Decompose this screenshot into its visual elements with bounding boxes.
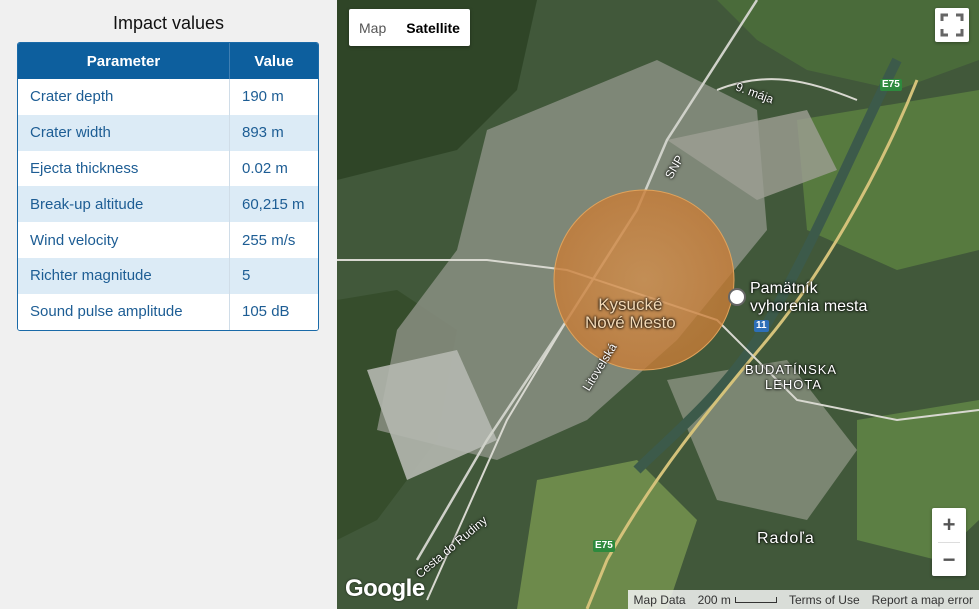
table-row: Crater width 893 m (18, 114, 318, 151)
zoom-control: + − (932, 508, 966, 576)
map-data-link[interactable]: Map Data (628, 590, 692, 609)
value-cell: 105 dB (242, 303, 290, 321)
parameter-cell: Crater width (18, 114, 230, 151)
table-row: Wind velocity 255 m/s (18, 222, 318, 258)
zoom-in-button[interactable]: + (932, 508, 966, 542)
value-cell: 255 m/s (242, 231, 296, 249)
fullscreen-button[interactable] (935, 8, 969, 42)
parameter-cell: Crater depth (18, 79, 230, 115)
map-view[interactable]: Kysucké Nové Mesto Pamätník vyhorenia me… (337, 0, 979, 609)
table-row: Sound pulse amplitude 105 dB (18, 293, 318, 330)
zoom-out-button[interactable]: − (932, 543, 966, 577)
fullscreen-icon (940, 13, 964, 37)
monument-label-1: Pamätník (750, 280, 818, 297)
impact-table: Parameter Value Crater depth 190 m Crater … (17, 42, 319, 331)
e75-shield-top: E75 (880, 79, 902, 91)
google-logo[interactable]: Google (345, 575, 425, 603)
scale-label: 200 m (697, 592, 731, 607)
parameter-cell: Sound pulse amplitude (18, 293, 230, 330)
report-link[interactable]: Report a map error (866, 590, 979, 609)
parameter-cell: Richter magnitude (18, 257, 230, 294)
map-button[interactable]: Map (349, 9, 396, 46)
impact-panel: Impact values Parameter Value Crater dep… (0, 0, 337, 609)
map-type-control: Map Satellite (349, 9, 470, 46)
header-value: Value (254, 52, 294, 70)
parameter-cell: Break-up altitude (18, 186, 230, 223)
value-cell: 190 m (242, 88, 284, 106)
table-row: Richter magnitude 5 (18, 257, 318, 294)
terms-link[interactable]: Terms of Use (783, 590, 866, 609)
value-cell: 5 (242, 267, 251, 285)
parameter-cell: Ejecta thickness (18, 150, 230, 187)
budatin-label-2: LEHOTA (765, 377, 823, 392)
table-row: Ejecta thickness 0.02 m (18, 150, 318, 187)
attribution-bar: Map Data 200 m Terms of Use Report a map… (627, 590, 979, 609)
crater-circle (553, 189, 735, 371)
budatin-label-1: BUDATÍNSKA (745, 362, 838, 377)
monument-label-2: vyhorenia mesta (750, 298, 868, 315)
route-11-shield: 11 (754, 320, 769, 332)
value-cell: 893 m (242, 124, 284, 142)
value-cell: 0.02 m (242, 159, 288, 177)
scale-bar (734, 596, 777, 603)
radola-label: Radoľa (757, 530, 815, 547)
value-cell: 60,215 m (242, 195, 305, 213)
monument-icon[interactable] (728, 288, 746, 306)
scale-indicator[interactable]: 200 m (692, 590, 783, 609)
table-header: Parameter Value (18, 43, 318, 79)
town-label: Kysucké Nové Mesto (585, 295, 676, 332)
parameter-cell: Wind velocity (18, 222, 230, 258)
table-row: Crater depth 190 m (18, 79, 318, 115)
e75-shield-bottom: E75 (593, 540, 615, 552)
satellite-button[interactable]: Satellite (396, 9, 470, 46)
table-row: Break-up altitude 60,215 m (18, 186, 318, 223)
header-parameter: Parameter (18, 43, 230, 79)
panel-title: Impact values (112, 13, 225, 33)
